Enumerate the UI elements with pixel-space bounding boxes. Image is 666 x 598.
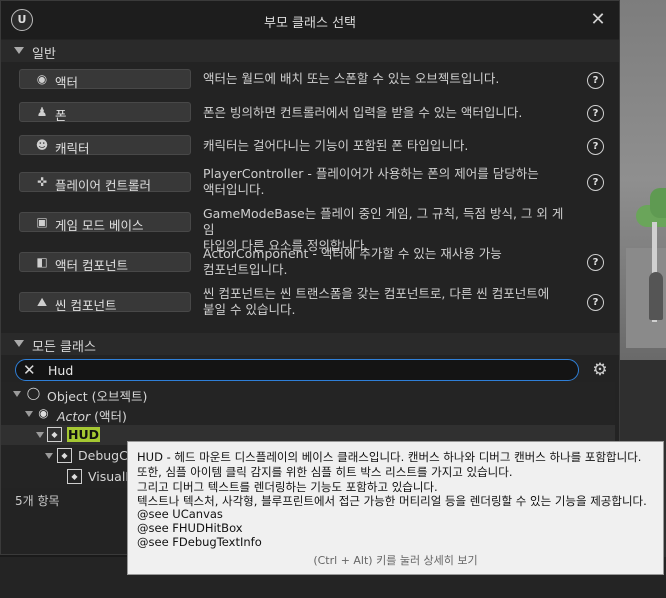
- class-description: 액터는 월드에 배치 또는 스폰할 수 있는 오브젝트입니다.: [203, 71, 500, 86]
- class-description: PlayerController - 플레이어가 사용하는 폰의 제어를 담당하…: [203, 166, 539, 197]
- item-count: 5개 항목: [15, 494, 60, 508]
- class-button-label: 씬 컴포넌트: [55, 298, 117, 313]
- class-description: 씬 컴포넌트는 씬 트랜스폼을 갖는 컴포넌트로, 다른 씬 컴포넌트에 붙일 …: [203, 286, 550, 317]
- all-classes-header[interactable]: 모든 클래스: [1, 333, 619, 355]
- debug-class-icon: ◆: [57, 448, 72, 463]
- section-title: 일반: [32, 47, 56, 62]
- tree-row-label: Actor (액터): [57, 409, 127, 424]
- class-search-input[interactable]: ✕ Hud: [15, 359, 579, 381]
- tooltip-line: @see FHUDHitBox: [137, 521, 243, 535]
- class-button-label: 액터 컴포넌트: [55, 258, 128, 273]
- game-mode-icon: ▣: [36, 215, 48, 229]
- tree-row-label: HUD: [67, 427, 100, 442]
- tooltip-footer: (Ctrl + Alt) 키를 눌러 상세히 보기: [313, 554, 478, 567]
- tree-row-label: VisualL: [88, 469, 133, 484]
- expand-arrow-icon[interactable]: [36, 432, 44, 438]
- expand-arrow-icon[interactable]: [25, 411, 33, 417]
- scene-tree: [650, 188, 666, 218]
- class-tooltip: HUD - 헤드 마운트 디스플레이의 베이스 클래스입니다. 캔버스 하나와 …: [127, 441, 664, 575]
- actor-component-icon: ◧: [36, 255, 48, 269]
- tooltip-line: 또한, 심플 아이템 클릭 감지를 위한 심플 히트 박스 리스트를 가지고 있…: [137, 465, 513, 479]
- clear-search-icon[interactable]: ✕: [23, 361, 37, 379]
- tree-row-object[interactable]: ◯ Object (오브젝트): [1, 384, 615, 404]
- help-icon[interactable]: ?: [587, 174, 604, 191]
- search-value: Hud: [48, 363, 74, 378]
- collapse-arrow-icon: [14, 340, 24, 347]
- collapse-arrow-icon: [14, 47, 24, 54]
- character-class-button[interactable]: ☻ 캐릭터: [19, 135, 191, 156]
- scene-component-class-button[interactable]: ⛰ 씬 컴포넌트: [19, 292, 191, 313]
- help-icon[interactable]: ?: [587, 105, 604, 122]
- class-description: 폰은 빙의하면 컨트롤러에서 입력을 받을 수 있는 액터입니다.: [203, 105, 523, 120]
- visual-class-icon: ◆: [67, 469, 82, 484]
- tree-row-actor[interactable]: ◉ Actor (액터): [1, 404, 615, 424]
- class-description: 캐릭터는 걸어다니는 기능이 포함된 폰 타입입니다.: [203, 138, 469, 153]
- class-button-label: 플레이어 컨트롤러: [55, 178, 151, 193]
- pawn-class-button[interactable]: ♟ 폰: [19, 102, 191, 123]
- dialog-title: 부모 클래스 선택: [264, 16, 356, 31]
- class-button-label: 캐릭터: [55, 141, 90, 156]
- class-button-label: 액터: [55, 75, 79, 90]
- close-icon[interactable]: ✕: [588, 10, 608, 30]
- scene-figure: [649, 272, 663, 320]
- section-title: 모든 클래스: [32, 340, 96, 355]
- help-icon[interactable]: ?: [587, 138, 604, 155]
- help-icon[interactable]: ?: [587, 294, 604, 311]
- gamepad-icon: ✜: [36, 175, 48, 189]
- actor-component-class-button[interactable]: ◧ 액터 컴포넌트: [19, 252, 191, 273]
- tooltip-line: @see FDebugTextInfo: [137, 535, 262, 549]
- help-icon[interactable]: ?: [587, 72, 604, 89]
- character-icon: ☻: [35, 138, 49, 152]
- help-icon[interactable]: ?: [587, 254, 604, 271]
- expand-arrow-icon[interactable]: [13, 391, 21, 397]
- pawn-icon: ♟: [36, 105, 48, 119]
- actor-icon: ◉: [38, 406, 49, 420]
- actor-icon: ◉: [36, 72, 48, 86]
- player-controller-class-button[interactable]: ✜ 플레이어 컨트롤러: [19, 172, 191, 193]
- tree-row-label: Object (오브젝트): [47, 389, 148, 404]
- title-bar[interactable]: U 부모 클래스 선택 ✕: [1, 1, 619, 39]
- game-mode-base-class-button[interactable]: ▣ 게임 모드 베이스: [19, 212, 191, 233]
- object-icon: ◯: [26, 386, 41, 400]
- hud-class-icon: ◆: [47, 427, 62, 442]
- common-classes-header[interactable]: 일반: [1, 40, 619, 62]
- scene-component-icon: ⛰: [36, 295, 48, 309]
- class-button-label: 게임 모드 베이스: [55, 218, 144, 233]
- tooltip-line: @see UCanvas: [137, 507, 223, 521]
- class-description: ActorComponent - 액터에 추가할 수 있는 재사용 가능 컴포넌…: [203, 246, 502, 277]
- tooltip-line: HUD - 헤드 마운트 디스플레이의 베이스 클래스입니다. 캔버스 하나와 …: [137, 450, 642, 464]
- actor-class-button[interactable]: ◉ 액터: [19, 69, 191, 90]
- gear-icon[interactable]: ⚙: [591, 361, 609, 379]
- class-button-label: 폰: [55, 108, 67, 123]
- expand-arrow-icon[interactable]: [45, 453, 53, 459]
